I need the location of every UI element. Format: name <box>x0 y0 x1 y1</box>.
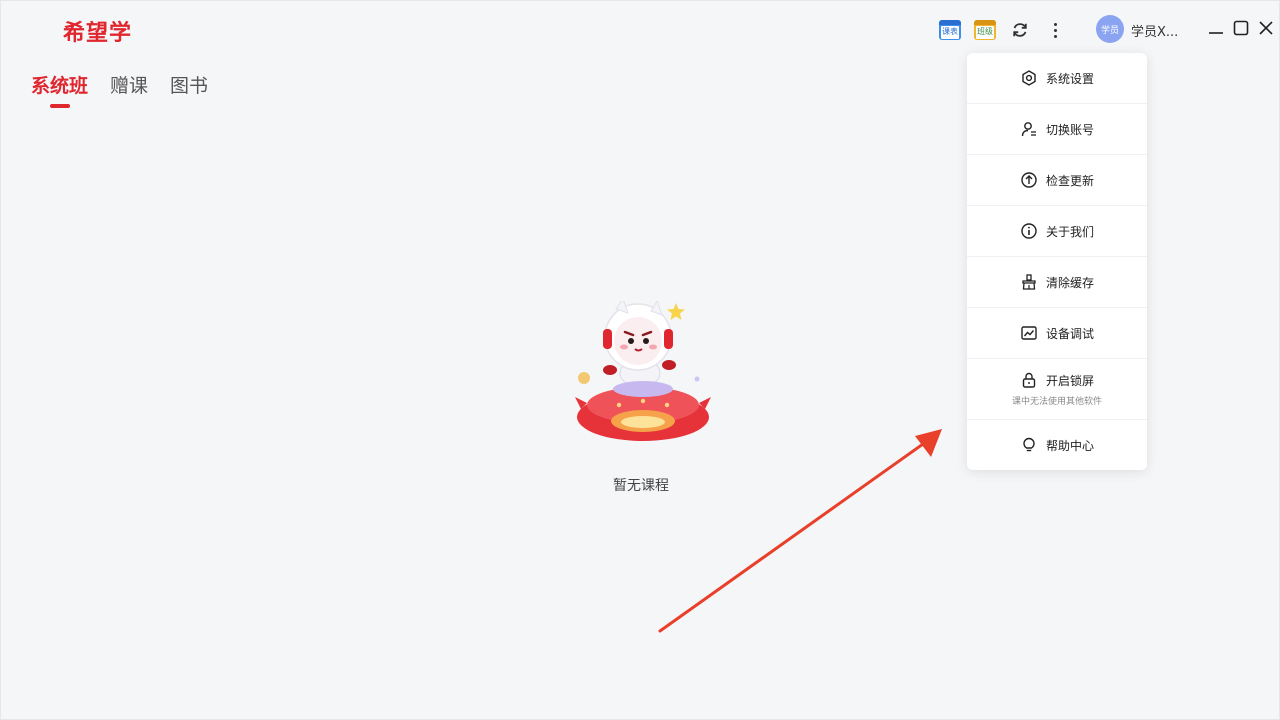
menu-item-label: 帮助中心 <box>1045 438 1094 453</box>
menu-item-lock-screen[interactable]: 开启锁屏 课中无法使用其他软件 <box>967 359 1147 420</box>
schedule-button[interactable]: 课表 <box>937 17 963 43</box>
course-tabs: 系统班 赠课 图书 <box>31 71 208 108</box>
upload-arrow-icon <box>1020 171 1038 189</box>
tab-system-class[interactable]: 系统班 <box>31 71 88 108</box>
broom-icon <box>1020 273 1038 291</box>
menu-item-label: 开启锁屏 <box>1045 373 1094 388</box>
top-toolbar: 课表 班级 <box>937 15 1077 45</box>
info-icon <box>1020 222 1038 240</box>
menu-item-label: 设备调试 <box>1045 326 1094 341</box>
menu-item-label: 清除缓存 <box>1045 275 1094 290</box>
app-window: 希望学 系统班 赠课 图书 课表 班级 学员 学员X... 系统设置 切换账号 … <box>0 0 1280 720</box>
settings-icon <box>1020 69 1038 87</box>
menu-item-clear-cache[interactable]: 清除缓存 <box>967 257 1147 308</box>
menu-item-label: 系统设置 <box>1045 71 1094 86</box>
menu-item-label: 关于我们 <box>1045 224 1094 239</box>
chart-icon <box>1020 324 1038 342</box>
more-menu-button[interactable] <box>1042 17 1068 43</box>
schedule-label: 课表 <box>941 26 959 39</box>
schedule-calendar-icon: 课表 <box>939 20 961 40</box>
maximize-button[interactable] <box>1232 19 1250 37</box>
menu-item-about-us[interactable]: 关于我们 <box>967 206 1147 257</box>
tab-gift-course[interactable]: 赠课 <box>110 71 148 108</box>
lock-screen-hint: 课中无法使用其他软件 <box>1011 397 1102 407</box>
close-button[interactable] <box>1257 19 1275 37</box>
menu-item-check-update[interactable]: 检查更新 <box>967 155 1147 206</box>
empty-state-astronaut-illustration <box>575 301 711 441</box>
menu-item-device-debug[interactable]: 设备调试 <box>967 308 1147 359</box>
class-calendar-icon: 班级 <box>974 20 996 40</box>
user-name[interactable]: 学员X... <box>1131 21 1189 40</box>
more-dropdown-menu: 系统设置 切换账号 检查更新 关于我们 清除缓存 设备调试 开启锁屏 课中无法使… <box>967 53 1147 470</box>
lightbulb-icon <box>1020 436 1038 454</box>
menu-item-label: 检查更新 <box>1045 173 1094 188</box>
refresh-button[interactable] <box>1007 17 1033 43</box>
menu-item-switch-account[interactable]: 切换账号 <box>967 104 1147 155</box>
avatar[interactable]: 学员 <box>1096 15 1124 43</box>
more-vertical-icon <box>1053 22 1057 38</box>
app-logo: 希望学 <box>63 21 133 46</box>
refresh-icon <box>1013 23 1027 37</box>
class-button[interactable]: 班级 <box>972 17 998 43</box>
switch-account-icon <box>1020 120 1038 138</box>
menu-item-label: 切换账号 <box>1045 122 1094 137</box>
menu-item-system-settings[interactable]: 系统设置 <box>967 53 1147 104</box>
empty-state-text: 暂无课程 <box>613 478 669 494</box>
tab-books[interactable]: 图书 <box>170 71 208 108</box>
minimize-button[interactable] <box>1207 19 1225 37</box>
menu-item-help-center[interactable]: 帮助中心 <box>967 420 1147 470</box>
lock-icon <box>1020 371 1038 389</box>
class-label: 班级 <box>976 26 994 39</box>
